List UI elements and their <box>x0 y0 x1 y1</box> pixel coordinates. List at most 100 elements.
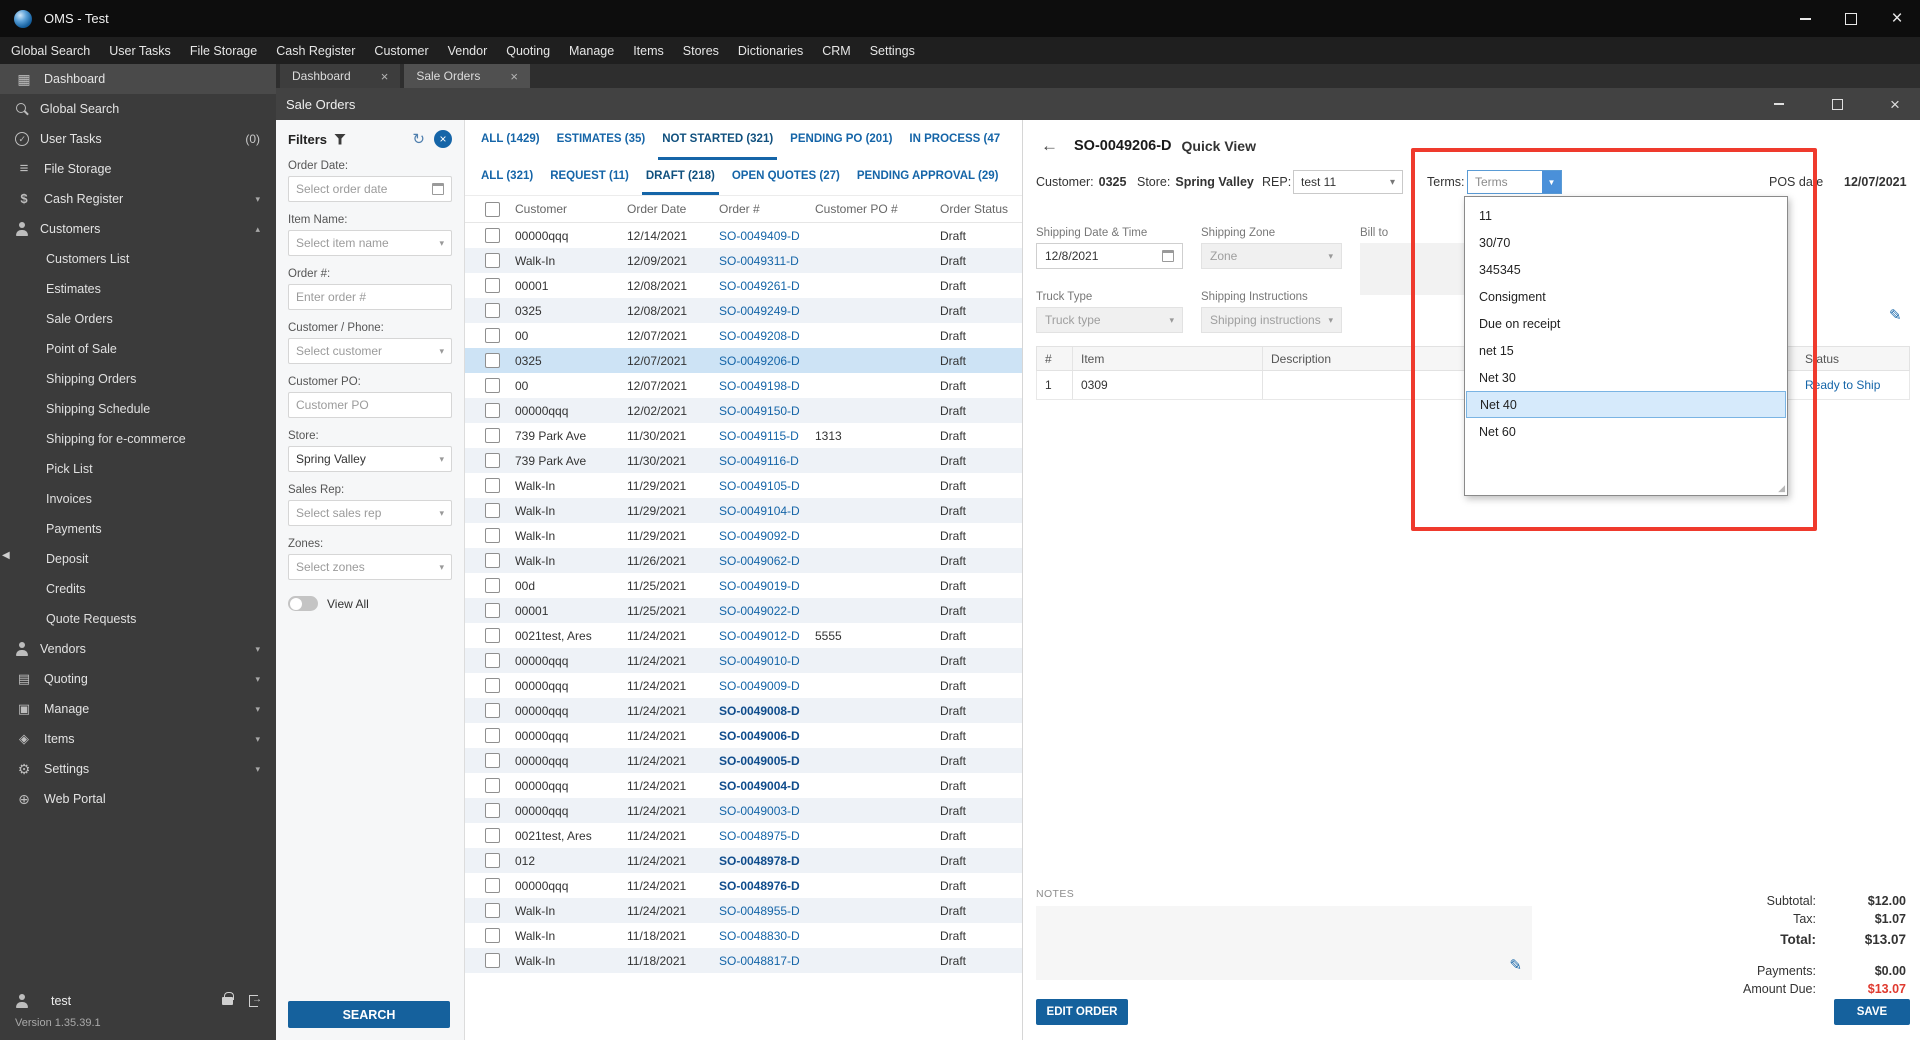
status-tab[interactable]: PENDING PO (201) <box>786 120 896 160</box>
row-checkbox[interactable] <box>485 353 500 368</box>
row-checkbox[interactable] <box>485 453 500 468</box>
row-checkbox[interactable] <box>485 703 500 718</box>
terms-combobox[interactable]: Terms <box>1467 170 1562 194</box>
table-row[interactable]: 00000qqq 11/24/2021 SO-0049003-D Draft <box>465 798 1022 823</box>
order-number-link[interactable]: SO-0049062-D <box>713 554 809 568</box>
order-number-link[interactable]: SO-0049261-D <box>713 279 809 293</box>
chevron-down-icon[interactable] <box>1542 171 1561 193</box>
order-number-link[interactable]: SO-0049116-D <box>713 454 809 468</box>
sidebar-subitem[interactable]: Pick List <box>0 454 276 484</box>
lock-icon[interactable] <box>222 992 234 1005</box>
order-number-link[interactable]: SO-0049006-D <box>713 729 809 743</box>
sidebar-subitem[interactable]: Invoices <box>0 484 276 514</box>
tab-sale-orders[interactable]: Sale Orders <box>404 64 530 88</box>
sidebar-subitem[interactable]: Credits <box>0 574 276 604</box>
shipping-zone-select[interactable]: Zone <box>1201 243 1342 269</box>
table-row[interactable]: 00000qqq 11/24/2021 SO-0049006-D Draft <box>465 723 1022 748</box>
table-row[interactable]: 00 12/07/2021 SO-0049208-D Draft <box>465 323 1022 348</box>
resize-grip-icon[interactable] <box>1778 483 1785 494</box>
row-checkbox[interactable] <box>485 653 500 668</box>
close-icon[interactable] <box>1874 0 1920 37</box>
order-number-input[interactable] <box>296 290 444 304</box>
menu-item[interactable]: Customer <box>374 44 428 58</box>
sales-rep-select[interactable]: Select sales rep <box>288 500 452 526</box>
order-number-link[interactable]: SO-0049249-D <box>713 304 809 318</box>
store-select[interactable]: Spring Valley <box>288 446 452 472</box>
row-checkbox[interactable] <box>485 303 500 318</box>
row-checkbox[interactable] <box>485 728 500 743</box>
order-number-link[interactable]: SO-0049198-D <box>713 379 809 393</box>
edit-pencil-icon[interactable] <box>1889 306 1902 324</box>
order-number-link[interactable]: SO-0049019-D <box>713 579 809 593</box>
dropdown-option[interactable]: Net 30 <box>1466 364 1786 391</box>
dropdown-option[interactable]: net 15 <box>1466 337 1786 364</box>
shipping-date-field[interactable]: 12/8/2021 <box>1036 243 1183 269</box>
column-header[interactable]: Order Date <box>621 202 713 216</box>
sidebar-subitem[interactable]: Payments <box>0 514 276 544</box>
refresh-icon[interactable] <box>412 130 425 148</box>
row-checkbox[interactable] <box>485 878 500 893</box>
row-checkbox[interactable] <box>485 378 500 393</box>
menu-item[interactable]: Vendor <box>448 44 488 58</box>
table-row[interactable]: 00001 11/25/2021 SO-0049022-D Draft <box>465 598 1022 623</box>
table-row[interactable]: Walk-In 11/26/2021 SO-0049062-D Draft <box>465 548 1022 573</box>
row-checkbox[interactable] <box>485 553 500 568</box>
table-row[interactable]: 0325 12/07/2021 SO-0049206-D Draft <box>465 348 1022 373</box>
dropdown-option[interactable]: 30/70 <box>1466 229 1786 256</box>
order-number-link[interactable]: SO-0049105-D <box>713 479 809 493</box>
menu-item[interactable]: CRM <box>822 44 850 58</box>
row-checkbox[interactable] <box>485 628 500 643</box>
menu-item[interactable]: Dictionaries <box>738 44 803 58</box>
sidebar-subitem[interactable]: Point of Sale <box>0 334 276 364</box>
order-number-link[interactable]: SO-0049150-D <box>713 404 809 418</box>
sidebar-subitem[interactable]: Quote Requests <box>0 604 276 634</box>
sidebar-item-global-search[interactable]: Global Search <box>0 94 276 124</box>
table-row[interactable]: Walk-In 11/24/2021 SO-0048955-D Draft <box>465 898 1022 923</box>
collapse-sidebar-icon[interactable] <box>2 550 10 561</box>
dropdown-option[interactable]: Net 60 <box>1466 418 1786 445</box>
order-number-link[interactable]: SO-0049004-D <box>713 779 809 793</box>
tab-dashboard[interactable]: Dashboard <box>280 64 401 88</box>
order-number-link[interactable]: SO-0048955-D <box>713 904 809 918</box>
table-row[interactable]: 00000qqq 12/02/2021 SO-0049150-D Draft <box>465 398 1022 423</box>
view-all-toggle[interactable] <box>288 596 318 611</box>
sidebar-item-dashboard[interactable]: Dashboard <box>0 64 276 94</box>
table-row[interactable]: 0325 12/08/2021 SO-0049249-D Draft <box>465 298 1022 323</box>
table-row[interactable]: Walk-In 11/29/2021 SO-0049105-D Draft <box>465 473 1022 498</box>
close-icon[interactable] <box>381 69 389 84</box>
row-checkbox[interactable] <box>485 228 500 243</box>
row-checkbox[interactable] <box>485 853 500 868</box>
row-checkbox[interactable] <box>485 928 500 943</box>
order-number-link[interactable]: SO-0049009-D <box>713 679 809 693</box>
dropdown-option[interactable]: 11 <box>1466 202 1786 229</box>
sidebar-subitem[interactable]: Sale Orders <box>0 304 276 334</box>
customer-select[interactable]: Select customer <box>288 338 452 364</box>
row-checkbox[interactable] <box>485 603 500 618</box>
table-row[interactable]: 00000qqq 11/24/2021 SO-0049009-D Draft <box>465 673 1022 698</box>
row-checkbox[interactable] <box>485 953 500 968</box>
restore-icon[interactable] <box>1828 0 1874 37</box>
table-row[interactable]: 00000qqq 11/24/2021 SO-0049004-D Draft <box>465 773 1022 798</box>
logout-icon[interactable] <box>249 994 262 1007</box>
sidebar-item-user-tasks[interactable]: User Tasks (0) <box>0 124 276 154</box>
sidebar-item-manage[interactable]: Manage <box>0 694 276 724</box>
column-header[interactable]: Customer PO # <box>809 202 934 216</box>
table-row[interactable]: 00d 11/25/2021 SO-0049019-D Draft <box>465 573 1022 598</box>
order-number-link[interactable]: SO-0049022-D <box>713 604 809 618</box>
row-checkbox[interactable] <box>485 253 500 268</box>
order-number-link[interactable]: SO-0049092-D <box>713 529 809 543</box>
menu-item[interactable]: Quoting <box>506 44 550 58</box>
sidebar-item-vendors[interactable]: Vendors <box>0 634 276 664</box>
status-tab[interactable]: IN PROCESS (47 <box>905 120 1004 160</box>
table-row[interactable]: 00 12/07/2021 SO-0049198-D Draft <box>465 373 1022 398</box>
status-tab[interactable]: NOT STARTED (321) <box>658 120 778 160</box>
row-checkbox[interactable] <box>485 803 500 818</box>
sidebar-item-items[interactable]: Items <box>0 724 276 754</box>
edit-order-button[interactable]: EDIT ORDER <box>1036 999 1128 1025</box>
chevron-down-icon[interactable] <box>1383 171 1402 193</box>
sidebar-subitem[interactable]: Estimates <box>0 274 276 304</box>
sidebar-item-web-portal[interactable]: Web Portal <box>0 784 276 814</box>
order-number-link[interactable]: SO-0049008-D <box>713 704 809 718</box>
menu-item[interactable]: Items <box>633 44 664 58</box>
order-number-link[interactable]: SO-0049115-D <box>713 429 809 443</box>
